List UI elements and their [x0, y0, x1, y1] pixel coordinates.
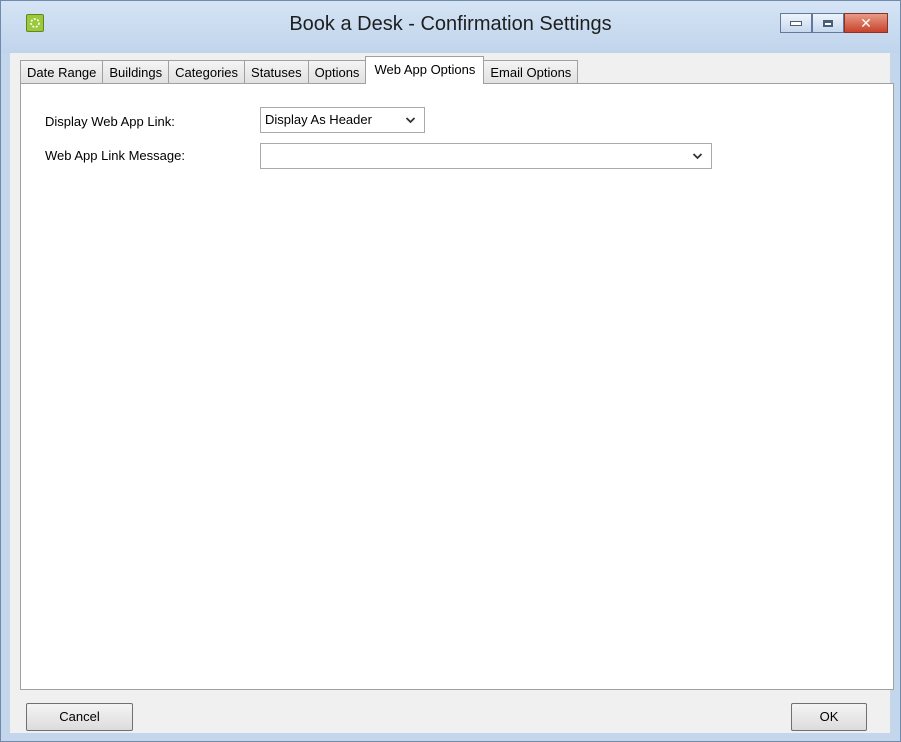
tab-date-range[interactable]: Date Range [20, 60, 104, 84]
title-bar[interactable]: Book a Desk - Confirmation Settings ✕ [1, 1, 900, 53]
tab-options[interactable]: Options [307, 60, 367, 84]
window-title: Book a Desk - Confirmation Settings [289, 13, 612, 35]
window-controls: ✕ [780, 13, 888, 33]
minimize-button[interactable] [780, 13, 812, 33]
web-app-link-message-select[interactable] [260, 143, 712, 169]
dialog-window: Book a Desk - Confirmation Settings ✕ Da… [0, 0, 901, 742]
tab-strip: Date Range Buildings Categories Statuses… [20, 56, 579, 84]
maximize-button[interactable] [812, 13, 844, 33]
tab-buildings[interactable]: Buildings [102, 60, 170, 84]
tab-email-options[interactable]: Email Options [483, 60, 579, 84]
chevron-down-icon [405, 108, 416, 141]
close-button[interactable]: ✕ [844, 13, 888, 33]
chevron-down-icon [692, 144, 703, 177]
web-app-options-panel: Display Web App Link: Display As Header … [20, 83, 894, 690]
minimize-icon [790, 20, 802, 26]
close-icon: ✕ [860, 15, 872, 31]
cancel-button[interactable]: Cancel [26, 703, 133, 731]
dialog-client-area: Date Range Buildings Categories Statuses… [10, 53, 894, 733]
tab-categories[interactable]: Categories [168, 60, 246, 84]
web-app-link-message-label: Web App Link Message: [45, 148, 185, 163]
display-web-app-link-value: Display As Header [265, 112, 372, 127]
display-web-app-link-select[interactable]: Display As Header [260, 107, 425, 133]
tab-statuses[interactable]: Statuses [244, 60, 309, 84]
maximize-icon [823, 19, 833, 27]
tab-web-app-options[interactable]: Web App Options [365, 56, 485, 84]
display-web-app-link-label: Display Web App Link: [45, 114, 175, 129]
ok-button[interactable]: OK [791, 703, 867, 731]
